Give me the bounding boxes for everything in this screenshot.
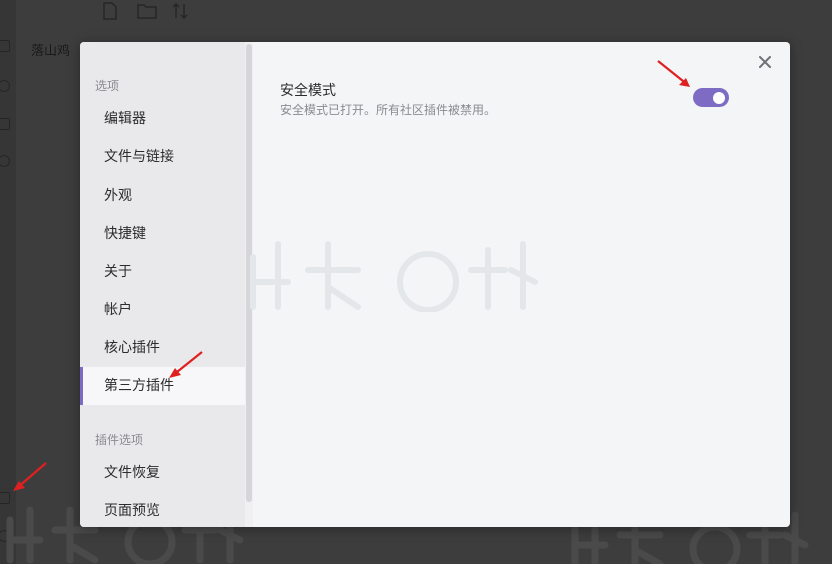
ribbon-template-icon[interactable] [0, 118, 10, 130]
nav-item-editor[interactable]: 编辑器 [80, 100, 245, 138]
sidebar-scrollbar-thumb[interactable] [246, 44, 252, 502]
nav-item-community-plugins[interactable]: 第三方插件 [80, 367, 245, 405]
sidebar-scrollbar[interactable] [245, 42, 253, 527]
file-title[interactable]: 落山鸡 [31, 40, 70, 59]
sort-icon[interactable] [172, 2, 188, 20]
setting-name: 安全模式 [280, 83, 336, 99]
close-icon[interactable] [756, 53, 774, 71]
nav-item-appearance[interactable]: 外观 [80, 177, 245, 215]
ribbon-help-icon[interactable] [0, 530, 10, 542]
nav-item-page-preview[interactable]: 页面预览 [80, 492, 245, 527]
ribbon-file-icon[interactable] [0, 40, 10, 52]
section-title-plugin-options: 插件选项 [95, 433, 144, 447]
nav-item-account[interactable]: 帐户 [80, 291, 245, 329]
nav-item-file-recovery[interactable]: 文件恢复 [80, 454, 245, 492]
settings-content: 安全模式 安全模式已打开。所有社区插件被禁用。 [250, 42, 790, 527]
folder-icon[interactable] [137, 2, 157, 20]
watermark-content [250, 241, 538, 312]
section-title-options: 选项 [95, 79, 120, 93]
new-note-icon[interactable] [102, 2, 118, 20]
nav-item-hotkeys[interactable]: 快捷键 [80, 215, 245, 253]
nav-item-about[interactable]: 关于 [80, 253, 245, 291]
settings-modal: 选项 编辑器 文件与链接 外观 快捷键 关于 帐户 核心插件 第三方插件 插件选… [80, 42, 790, 527]
settings-sidebar: 选项 编辑器 文件与链接 外观 快捷键 关于 帐户 核心插件 第三方插件 插件选… [80, 42, 245, 527]
nav-item-files-links[interactable]: 文件与链接 [80, 138, 245, 176]
toggle-knob [713, 91, 725, 104]
ribbon-plugin-icon[interactable] [0, 155, 10, 167]
safe-mode-toggle[interactable] [693, 88, 729, 107]
ribbon-graph-icon[interactable] [0, 80, 10, 92]
nav-item-core-plugins[interactable]: 核心插件 [80, 329, 245, 367]
left-ribbon [0, 0, 16, 564]
ribbon-vault-icon[interactable] [0, 492, 10, 504]
setting-description: 安全模式已打开。所有社区插件被禁用。 [280, 103, 497, 117]
